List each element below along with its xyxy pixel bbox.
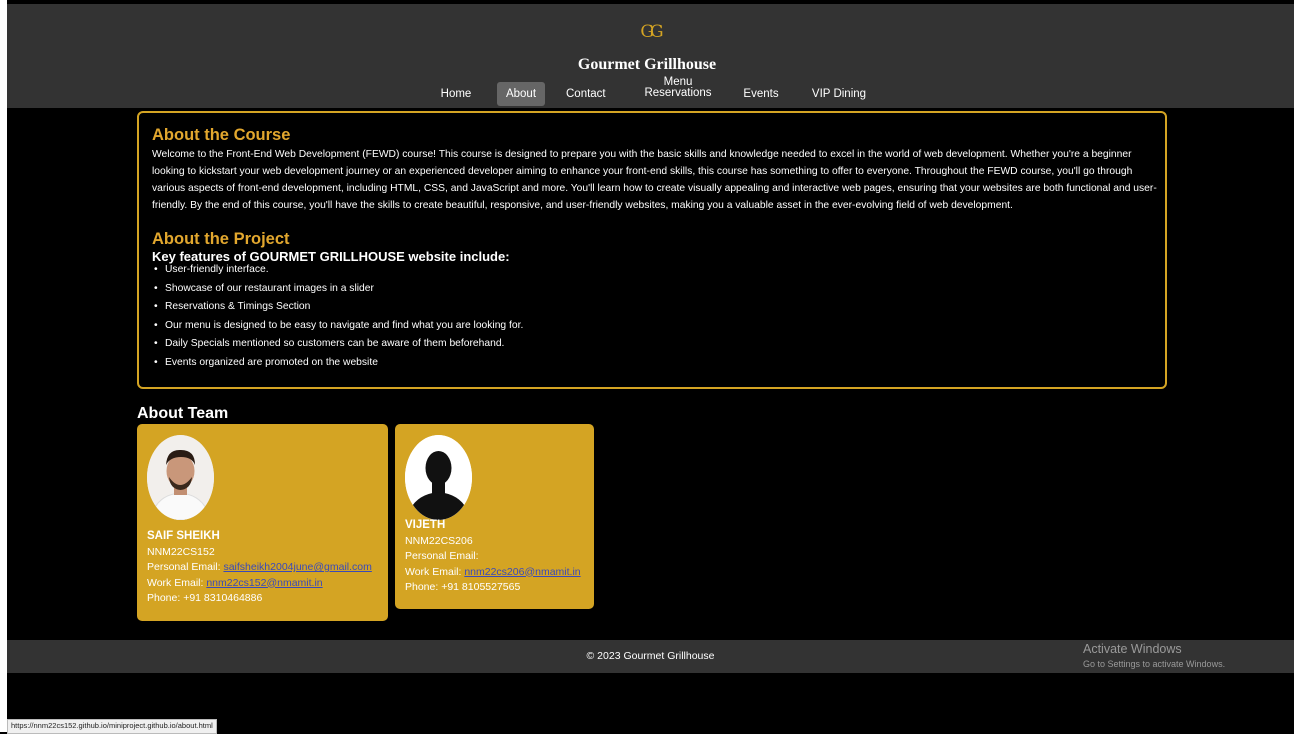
work-email-row: Work Email: nnm22cs152@nmamit.in [147,576,387,592]
member-id: NNM22CS206 [405,534,473,547]
team-card-saif: SAIF SHEIKH NNM22CS152 Personal Email: s… [137,424,388,621]
member-phone: Phone: +91 8310464886 [147,592,263,604]
nav-contact[interactable]: Contact [566,82,606,106]
list-item: Reservations & Timings Section [152,300,523,319]
team-card-vijeth: VIJETH NNM22CS206 Personal Email: Work E… [395,424,594,609]
member-id: NNM22CS152 [147,545,215,558]
personal-email-row: Personal Email: saifsheikh2004june@gmail… [147,560,387,576]
person-silhouette-icon [405,435,472,520]
course-description: Welcome to the Front-End Web Development… [152,149,1157,211]
personal-email-link[interactable]: saifsheikh2004june@gmail.com [223,561,371,573]
work-email-row: Work Email: nnm22cs206@nmamit.in [405,565,595,581]
list-item: Showcase of our restaurant images in a s… [152,282,523,301]
nav-menu-reservations[interactable]: Menu Reservations [640,76,716,101]
copyright-text: © 2023 Gourmet Grillhouse [586,650,715,662]
member-name: SAIF SHEIKH [147,530,220,542]
features-list: User-friendly interface. Showcase of our… [152,263,523,374]
brand-logo-icon[interactable]: GG [638,22,663,42]
work-email-link[interactable]: nnm22cs152@nmamit.in [206,577,322,589]
member-name: VIJETH [405,519,446,531]
nav-vip-dining[interactable]: VIP Dining [808,82,870,106]
window-left-edge [0,0,7,732]
work-email-link[interactable]: nnm22cs206@nmamit.in [464,566,580,578]
list-item: Events organized are promoted on the web… [152,356,523,375]
nav-about[interactable]: About [497,82,545,106]
personal-email-label: Personal Email: [147,561,221,573]
main-nav: Home About Contact Menu Reservations Even… [0,76,1294,106]
team-heading: About Team [137,405,229,422]
nav-home[interactable]: Home [437,82,475,106]
person-photo-icon [147,435,214,520]
work-email-label: Work Email: [405,565,462,578]
list-item: Our menu is designed to be easy to navig… [152,319,523,338]
work-email-label: Work Email: [147,576,204,589]
personal-email-label: Personal Email: [405,550,479,562]
avatar [147,435,214,520]
list-item: Daily Specials mentioned so customers ca… [152,337,523,356]
list-item: User-friendly interface. [152,263,523,282]
features-title: Key features of GOURMET GRILLHOUSE websi… [152,249,510,264]
brand-title: Gourmet Grillhouse [577,56,717,73]
course-heading: About the Course [152,126,291,144]
member-phone: Phone: +91 8105527565 [405,581,521,593]
nav-events[interactable]: Events [739,82,783,106]
watermark-subtitle: Go to Settings to activate Windows. [1083,659,1226,669]
nav-menu-reservations-label: Menu Reservations [644,76,712,99]
windows-activation-watermark: Activate Windows Go to Settings to activ… [1083,642,1225,671]
project-heading: About the Project [152,230,290,248]
personal-email-row: Personal Email: [405,549,595,565]
watermark-title: Activate Windows [1083,642,1182,656]
avatar [405,435,472,520]
